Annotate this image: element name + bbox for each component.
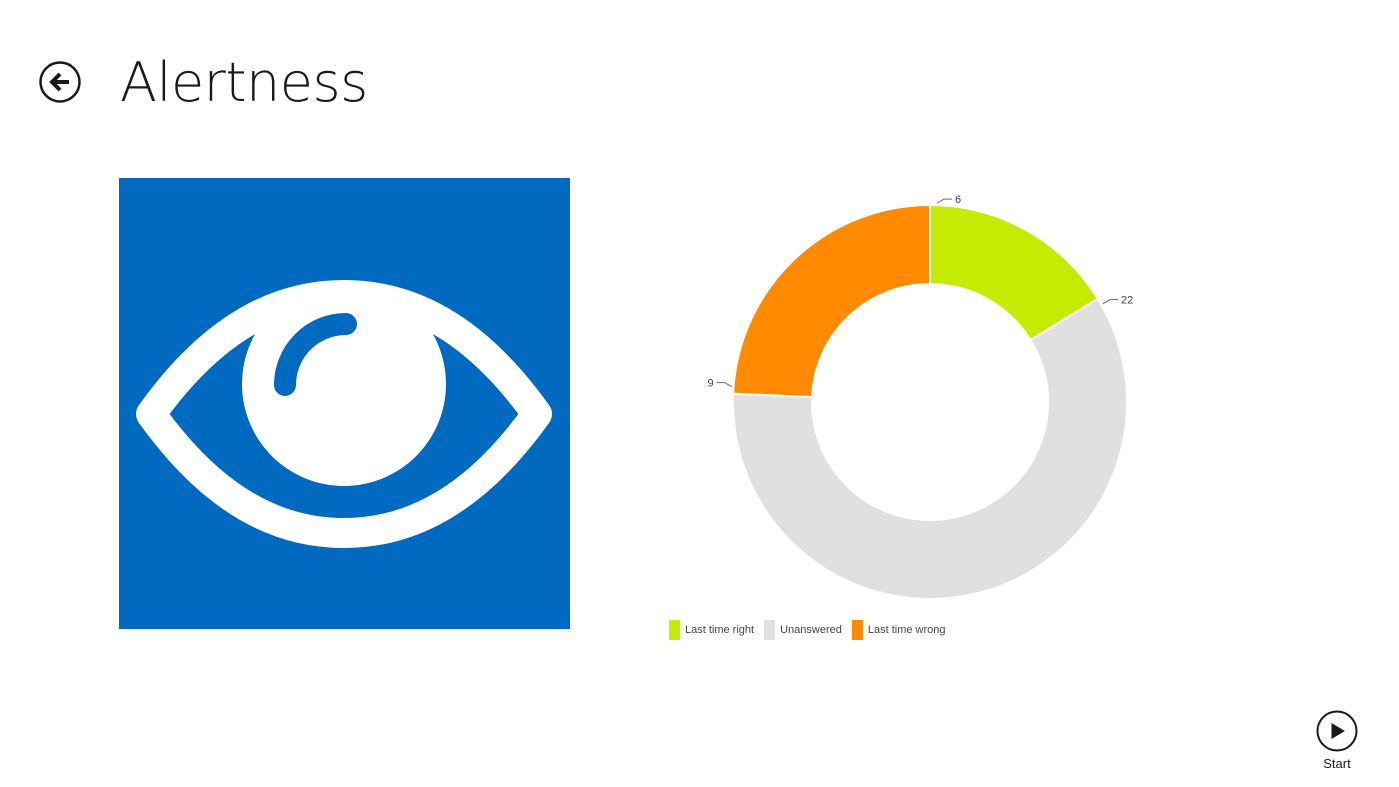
legend-item-right: Last time right: [669, 620, 754, 640]
data-label-leader: [716, 382, 732, 388]
results-donut-chart: 6 22 9: [707, 194, 1133, 600]
back-arrow-icon: [39, 61, 81, 103]
chart-legend: Last time right Unanswered Last time wro…: [669, 620, 956, 640]
data-label: 9: [707, 378, 713, 390]
category-tile: [119, 178, 570, 629]
legend-swatch-unanswered: [764, 620, 776, 640]
data-label: 6: [955, 194, 961, 206]
legend-swatch-right: [669, 620, 680, 640]
legend-label-right: Last time right: [685, 624, 755, 636]
page-title: Alertness: [120, 51, 368, 114]
start-button[interactable]: Start: [1309, 710, 1365, 771]
legend-label-wrong: Last time wrong: [867, 624, 946, 636]
start-label: Start: [1323, 756, 1351, 771]
legend-item-unanswered: Unanswered: [764, 620, 842, 640]
slice-last-time-wrong: [732, 203, 931, 399]
data-label: 22: [1121, 295, 1133, 307]
data-label-leader: [936, 198, 952, 204]
legend-label-unanswered: Unanswered: [780, 624, 842, 636]
eye-icon: [119, 178, 570, 629]
legend-item-wrong: Last time wrong: [851, 620, 946, 640]
back-button[interactable]: [39, 61, 81, 103]
legend-swatch-wrong: [851, 620, 863, 640]
data-label-leader: [1102, 299, 1119, 305]
play-icon: [1316, 710, 1358, 752]
